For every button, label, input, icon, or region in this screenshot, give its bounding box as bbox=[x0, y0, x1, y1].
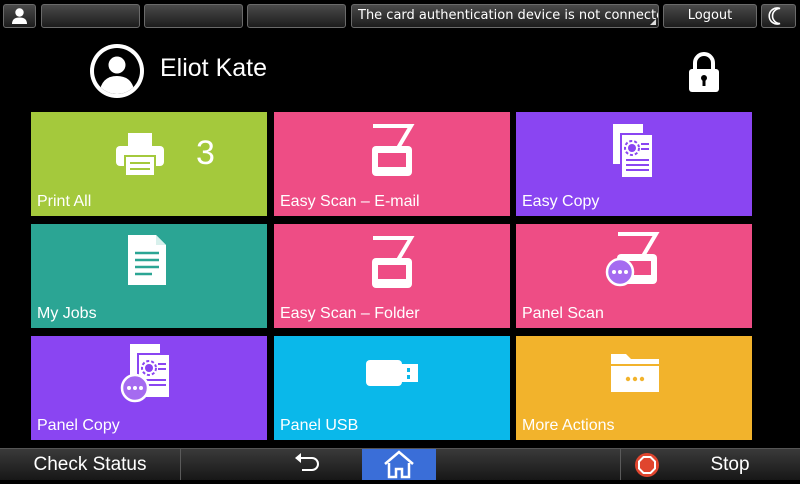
scanner-icon bbox=[372, 124, 415, 176]
back-icon bbox=[295, 453, 319, 471]
tile-label: Easy Scan – Folder bbox=[280, 305, 420, 322]
tile-panel-usb[interactable]: Panel USB bbox=[274, 336, 510, 440]
status-bar: The card authentication device is not co… bbox=[0, 0, 800, 34]
logout-label: Logout bbox=[687, 8, 733, 23]
logout-button[interactable]: Logout bbox=[663, 4, 757, 28]
tile-more-actions[interactable]: More Actions bbox=[516, 336, 752, 440]
tile-my-jobs[interactable]: My Jobs bbox=[31, 224, 267, 328]
lock-icon[interactable] bbox=[686, 51, 722, 93]
home-icon bbox=[384, 450, 414, 479]
printer-icon bbox=[116, 133, 164, 177]
divider bbox=[620, 449, 621, 480]
tile-panel-scan[interactable]: Panel Scan bbox=[516, 224, 752, 328]
scanner-icon bbox=[372, 236, 415, 288]
status-slot-1 bbox=[41, 4, 140, 28]
panel-copy-icon bbox=[120, 344, 171, 403]
avatar-icon bbox=[90, 44, 144, 98]
stop-label: Stop bbox=[710, 454, 750, 475]
usb-icon bbox=[366, 360, 418, 386]
panel-scanner-icon bbox=[605, 232, 660, 287]
tile-label: More Actions bbox=[522, 417, 615, 434]
divider bbox=[180, 449, 181, 480]
tile-easy-scan-email[interactable]: Easy Scan – E-mail bbox=[274, 112, 510, 216]
copy-document-icon bbox=[613, 124, 654, 179]
user-status-button[interactable] bbox=[3, 4, 36, 28]
print-count-badge: 3 bbox=[196, 134, 215, 172]
tile-label: My Jobs bbox=[37, 305, 97, 322]
status-message[interactable]: The card authentication device is not co… bbox=[351, 4, 659, 28]
tile-label: Panel USB bbox=[280, 417, 359, 434]
tile-easy-copy[interactable]: Easy Copy bbox=[516, 112, 752, 216]
back-button[interactable] bbox=[285, 449, 329, 480]
check-status-label: Check Status bbox=[33, 454, 147, 475]
tile-print-all[interactable]: 3 Print All bbox=[31, 112, 267, 216]
check-status-button[interactable]: Check Status bbox=[0, 449, 180, 480]
moon-icon bbox=[768, 7, 781, 25]
document-icon bbox=[128, 235, 166, 285]
home-button[interactable] bbox=[362, 449, 436, 480]
expand-corner-icon bbox=[650, 19, 656, 25]
energy-saver-button[interactable] bbox=[761, 4, 796, 28]
tile-label: Panel Copy bbox=[37, 417, 120, 434]
folder-more-icon bbox=[611, 354, 659, 392]
user-icon bbox=[12, 8, 27, 24]
tile-easy-scan-folder[interactable]: Easy Scan – Folder bbox=[274, 224, 510, 328]
tile-label: Easy Scan – E-mail bbox=[280, 193, 420, 210]
tile-panel-copy[interactable]: Panel Copy bbox=[31, 336, 267, 440]
bottom-bar: Check Status Stop bbox=[0, 448, 800, 480]
tile-label: Panel Scan bbox=[522, 305, 604, 322]
stop-button[interactable]: Stop bbox=[690, 449, 770, 480]
status-slot-3 bbox=[247, 4, 346, 28]
stop-icon[interactable] bbox=[634, 452, 660, 478]
tile-label: Easy Copy bbox=[522, 193, 600, 210]
user-name: Eliot Kate bbox=[160, 54, 268, 82]
status-message-text: The card authentication device is not co… bbox=[358, 8, 659, 23]
status-slot-2 bbox=[144, 4, 243, 28]
tile-label: Print All bbox=[37, 193, 92, 210]
